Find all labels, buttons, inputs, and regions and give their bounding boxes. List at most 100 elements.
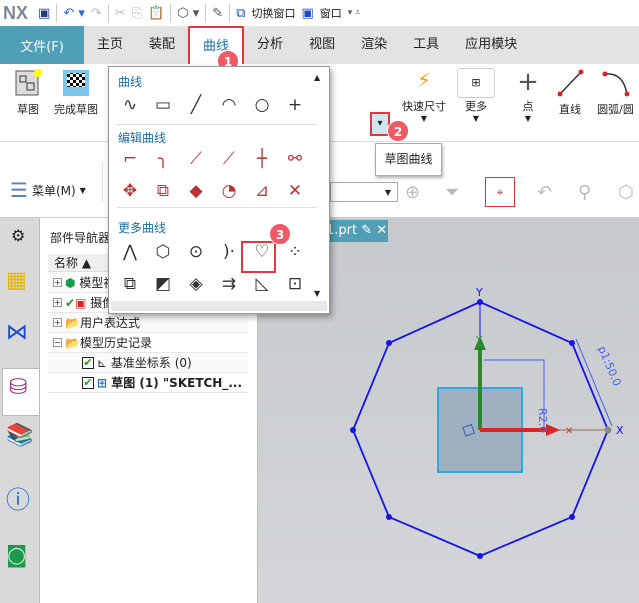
move-curve-icon[interactable]: ✥ [119,181,141,203]
close-tab-icon[interactable]: ✕ [376,223,387,238]
tab-home[interactable]: 主页 [84,26,136,64]
undo-icon[interactable]: ↶ ▾ [63,6,85,21]
quick-dimension-button[interactable]: ⚡ 快速尺寸 ▼ [398,68,450,123]
derived-line-icon[interactable]: ◺ [251,274,273,296]
intersection-curve-icon[interactable]: ◈ [185,274,207,296]
plus-point-icon: + [517,67,539,97]
tree-item-datum-csys[interactable]: ✔ ⊾ 基准坐标系 (0) [48,353,248,373]
polygon-icon[interactable]: ⬡ [152,242,174,264]
web-browser-icon[interactable]: ◙ [6,543,36,577]
intersection-point-icon[interactable]: ◩ [152,274,174,296]
p1-dimension-label: p1:50.0 [595,344,623,388]
finish-sketch-button[interactable]: 完成草图 [50,68,102,117]
reuse-library-icon[interactable]: 📚 [6,423,36,457]
rectangle-icon[interactable]: ▭ [152,95,174,117]
edit-icon[interactable]: ✎ [361,223,372,238]
more-button[interactable]: ⊞ 更多 ▼ [457,68,495,123]
settings-gear-icon[interactable]: ⚙ [11,226,25,245]
sketch-label: 草图 [17,103,39,116]
tree-item-sketch[interactable]: ✔ ⊞ 草图 (1) "SKETCH_... [48,373,248,393]
arc-label: 圆弧/圆 [597,103,634,116]
scroll-up-icon[interactable]: ▲ [314,73,320,82]
switch-window-button[interactable]: 切换窗口 [252,5,296,21]
switch-window-icon[interactable]: ⧉ [236,6,245,21]
part-navigator-icon[interactable]: ⛁ [2,368,40,416]
window-icon[interactable]: ▣ [302,6,314,21]
cut-icon[interactable]: ✂ [115,6,126,21]
menu-bar: 文件(F) 主页 装配 曲线 分析 视图 渲染 工具 应用模块 [0,26,639,64]
step-badge-2: 2 [387,120,409,142]
info-icon[interactable]: ⓘ [6,480,36,514]
copy-icon[interactable]: ⎘ [132,6,142,21]
window-menu[interactable]: 窗口 [320,5,342,21]
menu-label: 菜单(M) [31,183,76,198]
circle-icon[interactable]: ○ [251,95,273,117]
cube-icon[interactable]: ⬡ [618,182,634,203]
undo-selection-icon[interactable]: ↶ [537,182,552,203]
quick-trim-icon[interactable]: ⟋ [185,149,207,171]
quick-dimension-icon: ⚡ [416,68,432,92]
tab-tools[interactable]: 工具 [400,26,452,64]
resize-curve-icon[interactable]: ◆ [185,181,207,203]
tab-view[interactable]: 视图 [296,26,348,64]
binoculars-icon[interactable]: ⚲ [578,182,591,203]
conic-icon[interactable]: )· [218,242,240,264]
studio-spline-icon[interactable]: ⋀ [119,242,141,264]
redo-icon[interactable]: ↷ [91,6,102,21]
filter-icon[interactable]: ⏷ [445,182,459,203]
tab-render[interactable]: 渲染 [348,26,400,64]
point-button[interactable]: + 点 ▼ [512,68,544,123]
arc-circle-button[interactable]: 圆弧/圆 [592,68,639,117]
make-corner-icon[interactable]: ┼ [251,149,273,171]
snap-point-icon[interactable]: ⬡ ▾ [177,6,199,21]
point-icon[interactable]: + [284,95,306,117]
line-icon [557,69,584,97]
sketch-icon [15,69,42,96]
polygon-shape-icon[interactable]: ♡ [251,242,273,264]
menu-button[interactable]: ☰ 菜单(M) ▼ [10,178,86,202]
assembly-navigator-icon[interactable]: ▦ [6,268,36,302]
chamfer-icon[interactable]: ╮ [152,149,174,171]
tree-item-model-history[interactable]: − 📂 模型历史记录 [48,333,248,353]
finish-sketch-label: 完成草图 [54,103,98,116]
project-curve-icon[interactable]: ⇉ [218,274,240,296]
quick-extend-icon[interactable]: ⟋ [218,149,240,171]
line-label: 直线 [559,103,581,116]
tab-applications[interactable]: 应用模块 [452,26,530,64]
save-icon[interactable]: ▣ [38,6,50,21]
tree-item-user-expressions[interactable]: + 📂 用户表达式 [48,313,248,333]
paste-icon[interactable]: 📋 [148,6,164,21]
file-menu[interactable]: 文件(F) [0,26,84,64]
add-existing-curves-icon[interactable]: ⊡ [284,274,306,296]
nx-logo: NX [3,2,29,23]
paint-icon[interactable]: ✎ [212,6,223,21]
selection-filter-dropdown[interactable]: ▼ [330,182,398,202]
select-icon[interactable]: ⊕ [405,182,420,203]
constraint-navigator-icon[interactable]: ⋈ [6,320,36,354]
section-more-curves: 更多曲线 [118,221,167,235]
direction-y-label: Y [475,335,483,346]
trim-recipe-icon[interactable]: ✕ [284,181,306,203]
dropdown-icon[interactable]: ▾ ⩡ [348,8,360,18]
resize-chamfer-icon[interactable]: ⊿ [251,181,273,203]
fillet-icon[interactable]: ⌐ [119,149,141,171]
tab-assembly[interactable]: 装配 [136,26,188,64]
pattern-curve-icon[interactable]: ⁘ [284,242,306,264]
offset-curve-icon[interactable]: ⚯ [284,149,306,171]
profile-icon[interactable]: ∿ [119,95,141,117]
mirror-curve-icon[interactable]: ⧉ [119,274,141,296]
delete-curve-icon[interactable]: ◔ [218,181,240,203]
line-icon[interactable]: ╱ [185,95,207,117]
offset-move-icon[interactable]: ⧉ [152,181,174,203]
line-button[interactable]: 直线 [552,68,588,117]
arc-icon[interactable]: ◠ [218,95,240,117]
tab-analysis[interactable]: 分析 [244,26,296,64]
ellipse-icon[interactable]: ⊙ [185,242,207,264]
scroll-down-icon[interactable]: ▼ [314,289,320,298]
menu-icon: ☰ [10,178,28,202]
file-tab-label: 1.prt [326,223,358,238]
snap-filter-button[interactable]: ⌖ [485,177,515,207]
quick-dimension-label: 快速尺寸 [402,100,446,113]
sketch-button[interactable]: 草图 [10,68,46,117]
gallery-resize-bar[interactable] [111,301,327,311]
